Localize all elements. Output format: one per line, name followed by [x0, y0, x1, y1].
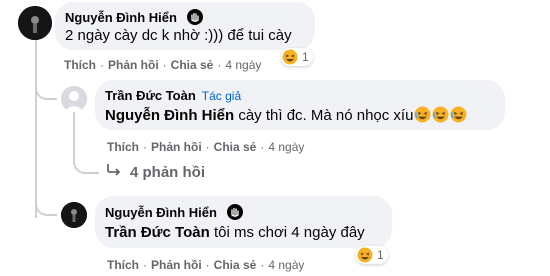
comment-text: tôi ms chơi 4 ngày đây [213, 224, 365, 241]
like-button[interactable]: Thích [107, 258, 139, 272]
reaction-count: 1 [302, 50, 309, 64]
share-button[interactable]: Chia sẻ [214, 258, 257, 272]
rofl-emoji-icon [414, 106, 431, 127]
rofl-emoji-icon [450, 106, 467, 127]
reaction-count: 1 [377, 248, 384, 262]
like-button[interactable]: Thích [107, 140, 139, 154]
thread-curve-1 [35, 80, 57, 100]
comment-actions: Thích · Phản hồi · Chia sẻ · 4 ngày [107, 258, 305, 272]
haha-emoji-icon [357, 247, 373, 263]
reply-button[interactable]: Phản hồi [151, 258, 202, 272]
comment-time[interactable]: 4 ngày [268, 258, 304, 272]
avatar[interactable] [18, 6, 52, 40]
comment-bubble: Nguyễn Đình Hiển 2 ngày cày dc k nhờ :))… [55, 2, 315, 50]
reaction-badge[interactable]: 1 [356, 246, 388, 264]
thread-line-main [35, 40, 37, 218]
author-tag: Tác giả [201, 89, 242, 103]
share-button[interactable]: Chia sẻ [214, 140, 257, 154]
comment-actions: Thích · Phản hồi · Chia sẻ · 4 ngày [107, 140, 305, 154]
wave-hand-icon [186, 9, 203, 28]
rofl-emoji-icon [432, 106, 449, 127]
comment-author[interactable]: Nguyễn Đình Hiển [105, 205, 217, 220]
reply-button[interactable]: Phản hồi [151, 140, 202, 154]
comment-actions: Thích · Phản hồi · Chia sẻ · 4 ngày [64, 58, 262, 72]
avatar[interactable] [61, 86, 87, 112]
thread-curve-3 [35, 196, 57, 216]
comment-text: cày thì đc. Mà nó nhọc xíu [238, 107, 414, 124]
comment-author[interactable]: Nguyễn Đình Hiển [65, 10, 177, 25]
reaction-badge[interactable]: 1 [281, 48, 313, 66]
avatar[interactable] [61, 202, 87, 228]
default-person-icon [61, 86, 87, 112]
view-replies-label: 4 phản hồi [130, 163, 205, 181]
wave-hand-icon [226, 204, 243, 223]
mention-link[interactable]: Trần Đức Toàn [105, 224, 210, 241]
mention-link[interactable]: Nguyễn Đình Hiển [105, 107, 234, 124]
comment-time[interactable]: 4 ngày [225, 58, 261, 72]
thread-curve-2 [73, 158, 99, 174]
like-button[interactable]: Thích [64, 58, 96, 72]
share-button[interactable]: Chia sẻ [171, 58, 214, 72]
comment-bubble: Nguyễn Đình Hiển Trần Đức Toàn tôi ms ch… [95, 196, 392, 248]
haha-emoji-icon [282, 49, 298, 65]
comment-bubble: Trần Đức Toàn Tác giả Nguyễn Đình Hiển cà… [95, 80, 505, 130]
comment-author[interactable]: Trần Đức Toàn [105, 88, 196, 103]
avatar-dark-icon [61, 202, 87, 228]
comment-text: 2 ngày cày dc k nhờ :))) để tui cày [65, 27, 292, 44]
reply-arrow-icon [106, 163, 122, 181]
thread-line-reply [73, 112, 75, 164]
reply-button[interactable]: Phản hồi [108, 58, 159, 72]
comment-time[interactable]: 4 ngày [268, 140, 304, 154]
avatar-dark-icon [18, 6, 52, 40]
view-replies-link[interactable]: 4 phản hồi [106, 163, 205, 181]
